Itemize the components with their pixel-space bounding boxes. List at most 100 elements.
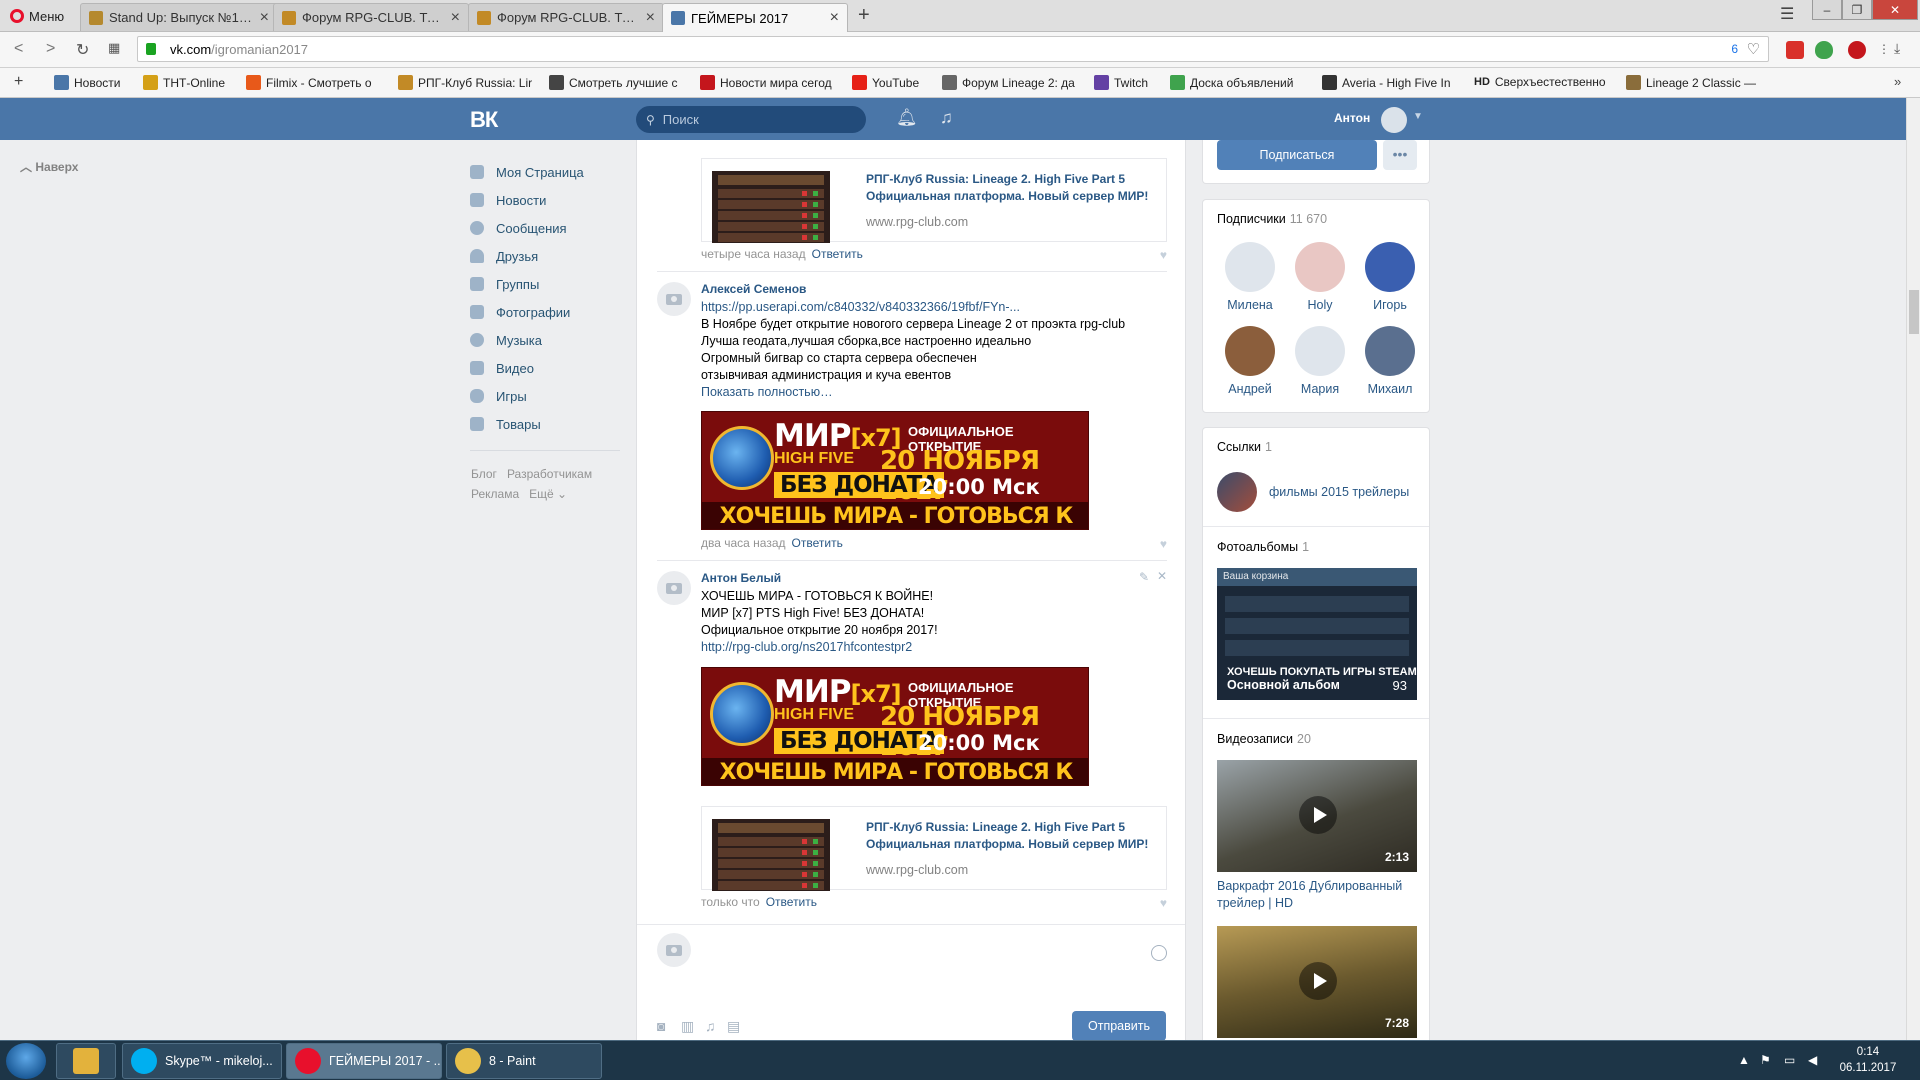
url-field[interactable]: vk.com/igromanian2017 6 ♡: [137, 36, 1769, 62]
tab-menu-icon[interactable]: ☰: [1780, 4, 1794, 24]
maximize-button[interactable]: ❐: [1842, 0, 1872, 20]
windows-start-button[interactable]: [6, 1043, 46, 1079]
system-clock[interactable]: 0:14 06.11.2017: [1836, 1044, 1900, 1076]
reply-link[interactable]: Ответить: [812, 247, 863, 261]
show-more-link[interactable]: Показать полностью…: [701, 384, 1161, 401]
search-input[interactable]: [662, 112, 843, 127]
document-attach-icon[interactable]: ▤: [727, 1018, 740, 1035]
page-scrollbar[interactable]: [1906, 98, 1920, 1040]
footer-link-ads[interactable]: Реклама: [471, 487, 519, 501]
comment-input[interactable]: [701, 937, 1121, 977]
heart-icon[interactable]: ♥: [1160, 537, 1167, 551]
link-card-title[interactable]: РПГ-Клуб Russia: Lineage 2. High Five Pa…: [866, 819, 1156, 853]
video-thumbnail[interactable]: 2:13: [1217, 760, 1417, 872]
post-time[interactable]: два часа назад: [701, 536, 786, 550]
download-icon[interactable]: ⤓: [1894, 40, 1900, 57]
nav-games[interactable]: Игры: [470, 382, 620, 410]
bookmark-item[interactable]: Filmix - Смотреть о: [246, 75, 380, 90]
opera-extension-icon[interactable]: [1786, 41, 1804, 59]
album-cover[interactable]: Ваша корзина ХОЧЕШЬ ПОКУПАТЬ ИГРЫ STEAM …: [1217, 568, 1417, 700]
post-link[interactable]: https://pp.userapi.com/c840332/v84033236…: [701, 299, 1161, 316]
forward-arrow-icon[interactable]: >: [46, 40, 55, 58]
reply-link[interactable]: Ответить: [766, 895, 817, 909]
music-attach-icon[interactable]: ♫: [705, 1018, 716, 1034]
links-header[interactable]: Ссылки 1: [1217, 440, 1272, 454]
post-time[interactable]: четыре часа назад: [701, 247, 806, 261]
browser-menu-button[interactable]: Меню: [4, 5, 70, 27]
tab-gamers-2017[interactable]: ГЕЙМЕРЫ 2017 ×: [662, 3, 848, 32]
back-arrow-icon[interactable]: <: [14, 40, 23, 58]
more-actions-button[interactable]: •••: [1383, 140, 1417, 170]
nav-friends[interactable]: Друзья: [470, 242, 620, 270]
link-card[interactable]: РПГ-Клуб Russia: Lineage 2. High Five Pa…: [701, 158, 1167, 243]
taskbar-explorer[interactable]: [56, 1043, 116, 1079]
bookmark-item[interactable]: Смотреть лучшие с: [549, 75, 683, 90]
tab-standup[interactable]: Stand Up: Выпуск №108 с ×: [80, 3, 278, 31]
footer-link-dev[interactable]: Разработчикам: [507, 467, 592, 481]
volume-icon[interactable]: ◀︎: [1808, 1053, 1817, 1067]
nav-photos[interactable]: Фотографии: [470, 298, 620, 326]
avatar[interactable]: [657, 282, 691, 316]
nav-goods[interactable]: Товары: [470, 410, 620, 438]
add-bookmark-icon[interactable]: +: [14, 73, 23, 91]
follower-item[interactable]: Мария: [1287, 326, 1353, 396]
nav-my-page[interactable]: Моя Страница: [470, 158, 620, 186]
bookmark-item[interactable]: Форум Lineage 2: да: [942, 75, 1076, 90]
nav-groups[interactable]: Группы: [470, 270, 620, 298]
nav-video[interactable]: Видео: [470, 354, 620, 382]
subscribe-button[interactable]: Подписаться: [1217, 140, 1377, 170]
bookmark-item[interactable]: Averia - High Five In: [1322, 75, 1456, 90]
footer-link-blog[interactable]: Блог: [471, 467, 497, 481]
post-banner-image[interactable]: МИР[x7] ОФИЦИАЛЬНОЕ ОТКРЫТИЕ HIGH FIVE 2…: [701, 411, 1089, 530]
adblock-count-badge[interactable]: 6: [1731, 42, 1738, 56]
bookmark-item[interactable]: Lineage 2 Classic —: [1626, 75, 1760, 90]
avatar[interactable]: [657, 571, 691, 605]
bookmark-item[interactable]: РПГ-Клуб Russia: Lir: [398, 75, 532, 90]
follower-item[interactable]: Игорь: [1357, 242, 1423, 312]
bookmark-heart-icon[interactable]: ♡: [1747, 40, 1760, 58]
bookmark-item[interactable]: YouTube: [852, 75, 932, 90]
video-title[interactable]: Варкрафт 2016 Дублированный трейлер | HD: [1217, 878, 1417, 912]
new-tab-button[interactable]: +: [858, 4, 870, 27]
scrollbar-thumb[interactable]: [1909, 290, 1919, 334]
video-attach-icon[interactable]: ▥: [681, 1018, 694, 1035]
minimize-button[interactable]: –: [1812, 0, 1842, 20]
follower-item[interactable]: Милена: [1217, 242, 1283, 312]
tab-rpg-forum-2[interactable]: Форум RPG-CLUB. Тема: H ×: [468, 3, 664, 31]
tab-rpg-forum-1[interactable]: Форум RPG-CLUB. Тема: H ×: [273, 3, 469, 31]
heart-icon[interactable]: ♥: [1160, 896, 1167, 910]
link-card-title[interactable]: РПГ-Клуб Russia: Lineage 2. High Five Pa…: [866, 171, 1156, 205]
nav-music[interactable]: Музыка: [470, 326, 620, 354]
close-icon[interactable]: ×: [260, 9, 269, 27]
vk-logo[interactable]: ВК: [470, 107, 498, 133]
avatar[interactable]: [1381, 107, 1407, 133]
close-icon[interactable]: ×: [451, 9, 460, 27]
close-icon[interactable]: ✕: [1157, 569, 1167, 583]
follower-item[interactable]: Михаил: [1357, 326, 1423, 396]
music-icon[interactable]: ♫: [940, 108, 953, 128]
albums-header[interactable]: Фотоальбомы 1: [1217, 540, 1309, 554]
bookmark-item[interactable]: Доска объявлений: [1170, 75, 1304, 90]
chevron-down-icon[interactable]: ▼: [1413, 111, 1423, 122]
reload-icon[interactable]: ↻: [76, 40, 89, 60]
reply-link[interactable]: Ответить: [792, 536, 843, 550]
nav-messages[interactable]: Сообщения: [470, 214, 620, 242]
video-thumbnail[interactable]: 7:28: [1217, 926, 1417, 1038]
search-box[interactable]: ⚲: [636, 106, 866, 133]
taskbar-paint[interactable]: 8 - Paint: [446, 1043, 602, 1079]
flag-icon[interactable]: ⚑: [1760, 1053, 1771, 1067]
user-name[interactable]: Антон: [1334, 111, 1370, 125]
post-author[interactable]: Антон Белый: [701, 571, 781, 585]
taskbar-opera[interactable]: ГЕЙМЕРЫ 2017 - ...: [286, 1043, 442, 1079]
bookmark-item[interactable]: ТНТ-Online: [143, 75, 239, 90]
extensions-menu-icon[interactable]: ⋮: [1878, 42, 1890, 56]
window-close-button[interactable]: ✕: [1872, 0, 1918, 20]
link-item[interactable]: фильмы 2015 трейлеры: [1217, 472, 1409, 512]
nav-news[interactable]: Новости: [470, 186, 620, 214]
bookmark-item[interactable]: Новости мира сегод: [700, 75, 834, 90]
follower-item[interactable]: Андрей: [1217, 326, 1283, 396]
emoji-icon[interactable]: [1151, 945, 1167, 961]
bookmark-item[interactable]: Twitch: [1094, 75, 1164, 90]
post-banner-image[interactable]: МИР[x7] ОФИЦИАЛЬНОЕ ОТКРЫТИЕ HIGH FIVE 2…: [701, 667, 1089, 786]
videos-header[interactable]: Видеозаписи 20: [1217, 732, 1311, 746]
